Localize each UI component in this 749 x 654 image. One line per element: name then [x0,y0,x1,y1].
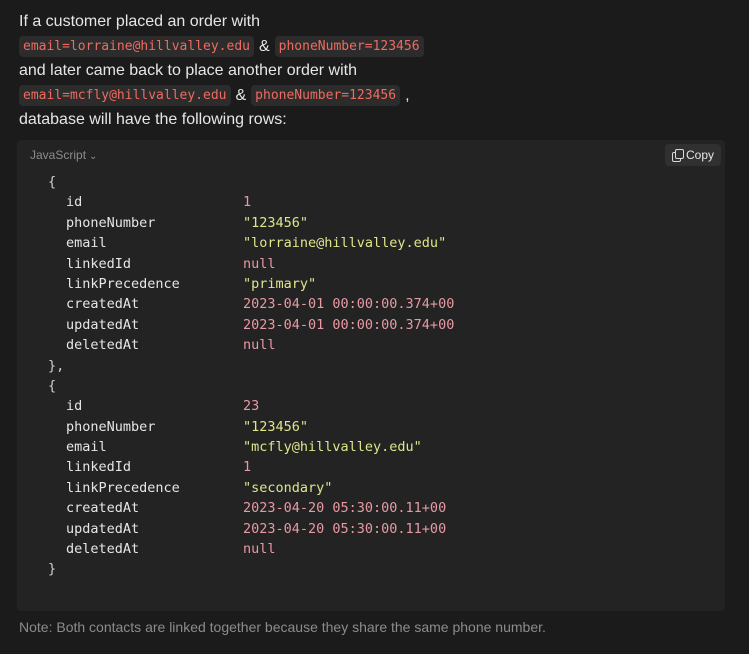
field-value: "primary" [243,275,317,292]
field-key: createdAt [66,296,140,313]
field-key: updatedAt [66,316,140,333]
field-value: 23 [243,398,260,415]
copy-button[interactable]: Copy [664,144,721,166]
copy-icon [671,149,684,162]
copy-label: Copy [685,148,714,162]
field-key: linkPrecedence [66,479,180,496]
field-key: updatedAt [66,520,140,537]
brace: { [48,174,57,190]
prose-line-2: email=lorraine@hillvalley.edu & phoneNumbe… [19,35,729,59]
code-open-brace: { [17,376,725,396]
field-value: null [243,255,276,272]
brace: } [48,561,57,578]
code-field-line: linkPrecedence "secondary" [17,478,725,498]
ampersand: & [258,38,270,55]
inline-code-phone-1: phoneNumber=123456 [274,36,424,58]
field-key: email [66,235,107,252]
field-value: "mcfly@hillvalley.edu" [243,439,422,456]
field-key: email [66,439,107,456]
code-block-header: JavaScript ⌄ Copy [17,140,725,170]
footnote: Note: Both contacts are linked together … [19,619,546,635]
prose-line-5: database will have the following rows: [19,111,287,128]
field-key: phoneNumber [66,418,156,435]
inline-code-email-1: email=lorraine@hillvalley.edu [19,36,254,58]
field-key: id [66,194,83,211]
code-field-line: updatedAt 2023-04-20 05:30:00.11+00 [17,519,725,539]
code-field-line: linkPrecedence "primary" [17,274,725,294]
code-field-line: id 1 [17,192,725,212]
code-field-line: updatedAt 2023-04-01 00:00:00.374+00 [17,315,725,335]
code-field-line: id 23 [17,396,725,416]
field-key: linkedId [66,459,132,476]
code-field-line: phoneNumber "123456" [17,417,725,437]
trailing-comma: , [405,87,410,104]
prose: If a customer placed an order with email… [19,10,729,132]
code-open-brace: { [17,172,725,192]
field-key: linkPrecedence [66,275,180,292]
field-key: createdAt [66,500,140,517]
prose-line-3: and later came back to place another ord… [19,62,357,79]
field-key: linkedId [66,255,132,272]
ampersand: & [235,87,247,104]
prose-line-4: email=mcfly@hillvalley.edu & phoneNumber=1… [19,84,729,108]
code-field-line: email "mcfly@hillvalley.edu" [17,437,725,457]
field-value: 2023-04-20 05:30:00.11+00 [243,520,447,537]
code-field-line: createdAt 2023-04-01 00:00:00.374+00 [17,294,725,314]
code-field-line: deletedAt null [17,539,725,559]
field-value: 2023-04-01 00:00:00.374+00 [243,296,455,313]
field-value: 2023-04-01 00:00:00.374+00 [243,316,455,333]
field-value: "123456" [243,418,309,435]
code-block: JavaScript ⌄ Copy { id 1 phoneNumber "123456"… [17,140,725,611]
code-field-line: linkedId 1 [17,457,725,477]
language-selector[interactable]: JavaScript ⌄ [30,148,97,162]
field-value: "lorraine@hillvalley.edu" [243,235,447,252]
inline-code-phone-2: phoneNumber=123456 [251,85,401,107]
code-field-line: deletedAt null [17,335,725,355]
field-key: id [66,398,83,415]
code-field-line: createdAt 2023-04-20 05:30:00.11+00 [17,498,725,518]
field-key: deletedAt [66,337,140,354]
prose-line-1: If a customer placed an order with [19,13,261,30]
field-value: 2023-04-20 05:30:00.11+00 [243,500,447,517]
field-value: null [243,541,276,558]
field-value: null [243,337,276,354]
brace: { [48,377,57,394]
brace: }, [48,357,65,374]
code-close-brace: } [17,559,725,579]
field-value: 1 [243,194,252,211]
code-field-line: phoneNumber "123456" [17,213,725,233]
field-value: "123456" [243,214,309,231]
code-close-brace: }, [17,356,725,376]
field-key: phoneNumber [66,214,156,231]
code-field-line: linkedId null [17,254,725,274]
language-label: JavaScript [30,148,87,162]
field-value: "secondary" [243,479,333,496]
chevron-down-icon: ⌄ [89,151,98,162]
field-key: deletedAt [66,541,140,558]
code-field-line: email "lorraine@hillvalley.edu" [17,233,725,253]
field-value: 1 [243,459,252,476]
code-content: { id 1 phoneNumber "123456" email "lorraine@hi… [17,172,725,580]
inline-code-email-2: email=mcfly@hillvalley.edu [19,85,231,107]
